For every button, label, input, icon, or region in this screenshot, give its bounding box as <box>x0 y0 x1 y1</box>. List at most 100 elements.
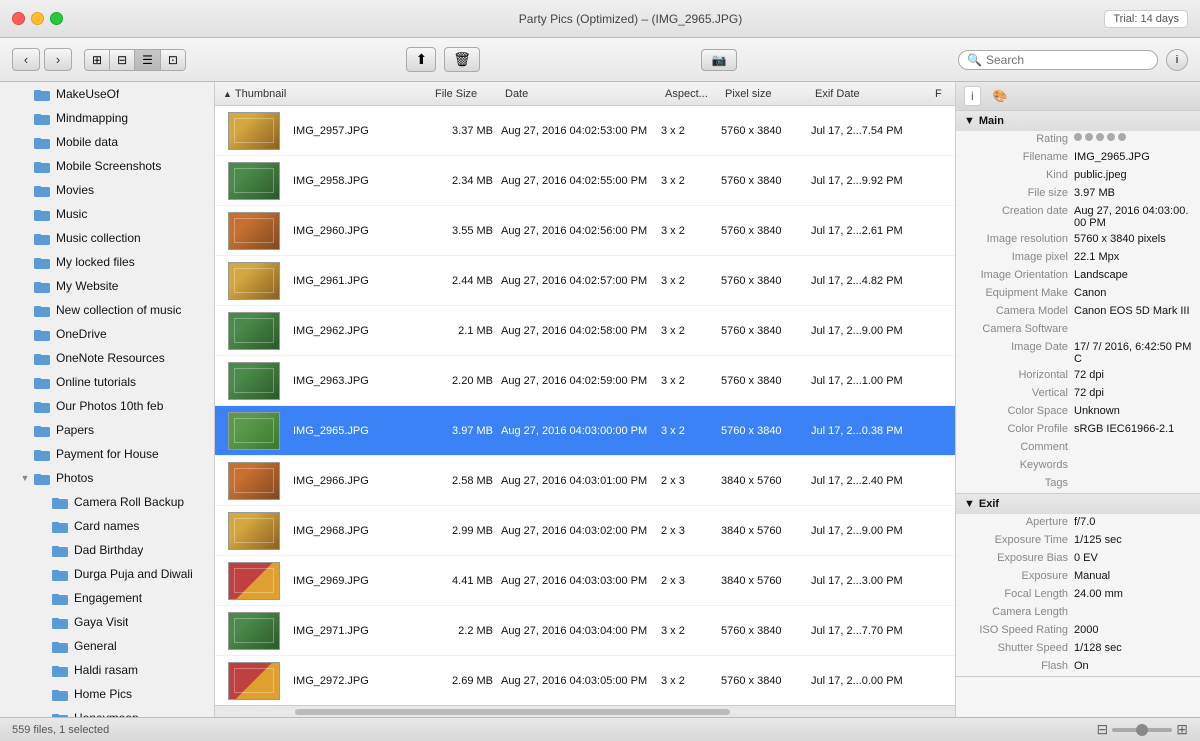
panel-tab-info[interactable]: i <box>964 86 981 106</box>
minimize-button[interactable] <box>31 12 44 25</box>
sidebar-item-payment-house[interactable]: Payment for House <box>0 442 214 466</box>
col-header-filesize[interactable]: File Size <box>431 88 501 100</box>
sidebar-item-camera-roll-backup[interactable]: Camera Roll Backup <box>0 490 214 514</box>
exif-section-header[interactable]: ▼ Exif <box>956 494 1200 514</box>
folder-icon <box>32 420 52 440</box>
view-grid-button[interactable]: ⊞ <box>85 50 110 70</box>
table-row[interactable]: IMG_2958.JPG2.34 MBAug 27, 2016 04:02:55… <box>215 156 955 206</box>
exposure-bias-label: Exposure Bias <box>964 552 1074 564</box>
table-row[interactable]: IMG_2962.JPG2.1 MBAug 27, 2016 04:02:58:… <box>215 306 955 356</box>
horizontal-value: 72 dpi <box>1074 369 1192 381</box>
sidebar-item-mobile-data[interactable]: Mobile data <box>0 130 214 154</box>
col-header-f[interactable]: F <box>931 88 951 100</box>
rating-dot-2[interactable] <box>1085 133 1093 141</box>
sidebar-item-home-pics[interactable]: Home Pics <box>0 682 214 706</box>
action-button[interactable]: 📷 <box>701 49 738 71</box>
pixel-size-cell: 3840 x 5760 <box>721 525 811 537</box>
sidebar-item-haldi-rasam[interactable]: Haldi rasam <box>0 658 214 682</box>
pixel-size-cell: 5760 x 3840 <box>721 175 811 187</box>
zoom-slider[interactable] <box>1112 728 1172 732</box>
sidebar-item-card-names[interactable]: Card names <box>0 514 214 538</box>
rating-dot-5[interactable] <box>1118 133 1126 141</box>
horizontal-scrollbar[interactable] <box>215 705 955 717</box>
close-button[interactable] <box>12 12 25 25</box>
rating-dot-1[interactable] <box>1074 133 1082 141</box>
sidebar-item-durga-puja[interactable]: Durga Puja and Diwali <box>0 562 214 586</box>
sidebar-item-photos[interactable]: Photos <box>0 466 214 490</box>
sidebar-item-movies[interactable]: Movies <box>0 178 214 202</box>
camera-software-row: Camera Software <box>956 321 1200 339</box>
sidebar-item-online-tutorials[interactable]: Online tutorials <box>0 370 214 394</box>
disclosure-icon[interactable] <box>18 471 32 485</box>
sidebar-item-gaya-visit[interactable]: Gaya Visit <box>0 610 214 634</box>
table-row[interactable]: IMG_2969.JPG4.41 MBAug 27, 2016 04:03:03… <box>215 556 955 606</box>
table-row[interactable]: IMG_2972.JPG2.69 MBAug 27, 2016 04:03:05… <box>215 656 955 705</box>
folder-icon <box>32 252 52 272</box>
file-list-header: ▲ Thumbnail File Size Date Aspect... Pix… <box>215 82 955 106</box>
exif-date-cell: Jul 17, 2...7.54 PM <box>811 125 931 137</box>
table-row[interactable]: IMG_2963.JPG2.20 MBAug 27, 2016 04:02:59… <box>215 356 955 406</box>
col-header-pixel[interactable]: Pixel size <box>721 88 811 100</box>
sidebar-item-my-locked-files[interactable]: My locked files <box>0 250 214 274</box>
sidebar-item-music[interactable]: Music <box>0 202 214 226</box>
info-button[interactable]: i <box>1166 49 1188 71</box>
col-header-thumbnail[interactable]: ▲ Thumbnail <box>219 88 289 100</box>
rating-value[interactable] <box>1074 133 1192 141</box>
sidebar-item-my-website[interactable]: My Website <box>0 274 214 298</box>
table-row[interactable]: IMG_2968.JPG2.99 MBAug 27, 2016 04:03:02… <box>215 506 955 556</box>
filesize-cell: 2.20 MB <box>431 375 501 387</box>
col-header-date[interactable]: Date <box>501 88 661 100</box>
view-cover-button[interactable]: ⊡ <box>161 50 185 70</box>
table-row[interactable]: IMG_2957.JPG3.37 MBAug 27, 2016 04:02:53… <box>215 106 955 156</box>
sidebar-item-general[interactable]: General <box>0 634 214 658</box>
table-row[interactable]: IMG_2966.JPG2.58 MBAug 27, 2016 04:03:01… <box>215 456 955 506</box>
folder-icon <box>32 348 52 368</box>
rating-row: Rating <box>956 131 1200 149</box>
sidebar-item-honeymoon[interactable]: Honeymoon <box>0 706 214 717</box>
sidebar-item-onedrive[interactable]: OneDrive <box>0 322 214 346</box>
main-section-header[interactable]: ▼ Main <box>956 111 1200 131</box>
view-list-button[interactable]: ☰ <box>135 50 161 70</box>
trash-button[interactable]: 🗑 <box>444 47 480 72</box>
col-header-exif[interactable]: Exif Date <box>811 88 931 100</box>
sidebar-item-mindmapping[interactable]: Mindmapping <box>0 106 214 130</box>
sidebar-item-onenote-resources[interactable]: OneNote Resources <box>0 346 214 370</box>
table-row[interactable]: IMG_2965.JPG3.97 MBAug 27, 2016 04:03:00… <box>215 406 955 456</box>
sidebar-item-label: Movies <box>56 183 94 197</box>
rating-dot-3[interactable] <box>1096 133 1104 141</box>
rating-dot-4[interactable] <box>1107 133 1115 141</box>
thumbnail-image <box>228 262 280 300</box>
thumbnail-cell <box>219 112 289 150</box>
col-header-aspect[interactable]: Aspect... <box>661 88 721 100</box>
sidebar-item-music-collection[interactable]: Music collection <box>0 226 214 250</box>
forward-button[interactable]: › <box>44 48 72 71</box>
share-button[interactable]: ⬆ <box>406 47 436 72</box>
sidebar-item-engagement[interactable]: Engagement <box>0 586 214 610</box>
traffic-lights <box>12 12 63 25</box>
exif-date-cell: Jul 17, 2...7.70 PM <box>811 625 931 637</box>
folder-icon <box>32 276 52 296</box>
search-input[interactable] <box>986 53 1149 67</box>
panel-tab-color[interactable]: 🎨 <box>987 86 1014 106</box>
sidebar-item-makeuseof[interactable]: MakeUseOf <box>0 82 214 106</box>
sidebar-item-our-photos[interactable]: Our Photos 10th feb <box>0 394 214 418</box>
table-row[interactable]: IMG_2961.JPG2.44 MBAug 27, 2016 04:02:57… <box>215 256 955 306</box>
table-row[interactable]: IMG_2971.JPG2.2 MBAug 27, 2016 04:03:04:… <box>215 606 955 656</box>
table-row[interactable]: IMG_2960.JPG3.55 MBAug 27, 2016 04:02:56… <box>215 206 955 256</box>
maximize-button[interactable] <box>50 12 63 25</box>
zoom-out-icon[interactable]: ⊟ <box>1097 721 1109 738</box>
date-cell: Aug 27, 2016 04:03:02:00 PM <box>501 525 661 537</box>
folder-icon <box>50 612 70 632</box>
zoom-in-icon[interactable]: ⊞ <box>1176 721 1188 738</box>
filename-row: Filename IMG_2965.JPG <box>956 149 1200 167</box>
back-button[interactable]: ‹ <box>12 48 40 71</box>
sidebar-item-label: Payment for House <box>56 447 159 461</box>
camera-model-row: Camera Model Canon EOS 5D Mark III <box>956 303 1200 321</box>
camera-length-label: Camera Length <box>964 606 1074 618</box>
sidebar-item-new-collection-music[interactable]: New collection of music <box>0 298 214 322</box>
view-columns-button[interactable]: ⊟ <box>110 50 135 70</box>
sidebar-item-mobile-screenshots[interactable]: Mobile Screenshots <box>0 154 214 178</box>
sidebar-item-papers[interactable]: Papers <box>0 418 214 442</box>
sidebar-item-dad-birthday[interactable]: Dad Birthday <box>0 538 214 562</box>
sidebar-item-label: Music <box>56 207 87 221</box>
